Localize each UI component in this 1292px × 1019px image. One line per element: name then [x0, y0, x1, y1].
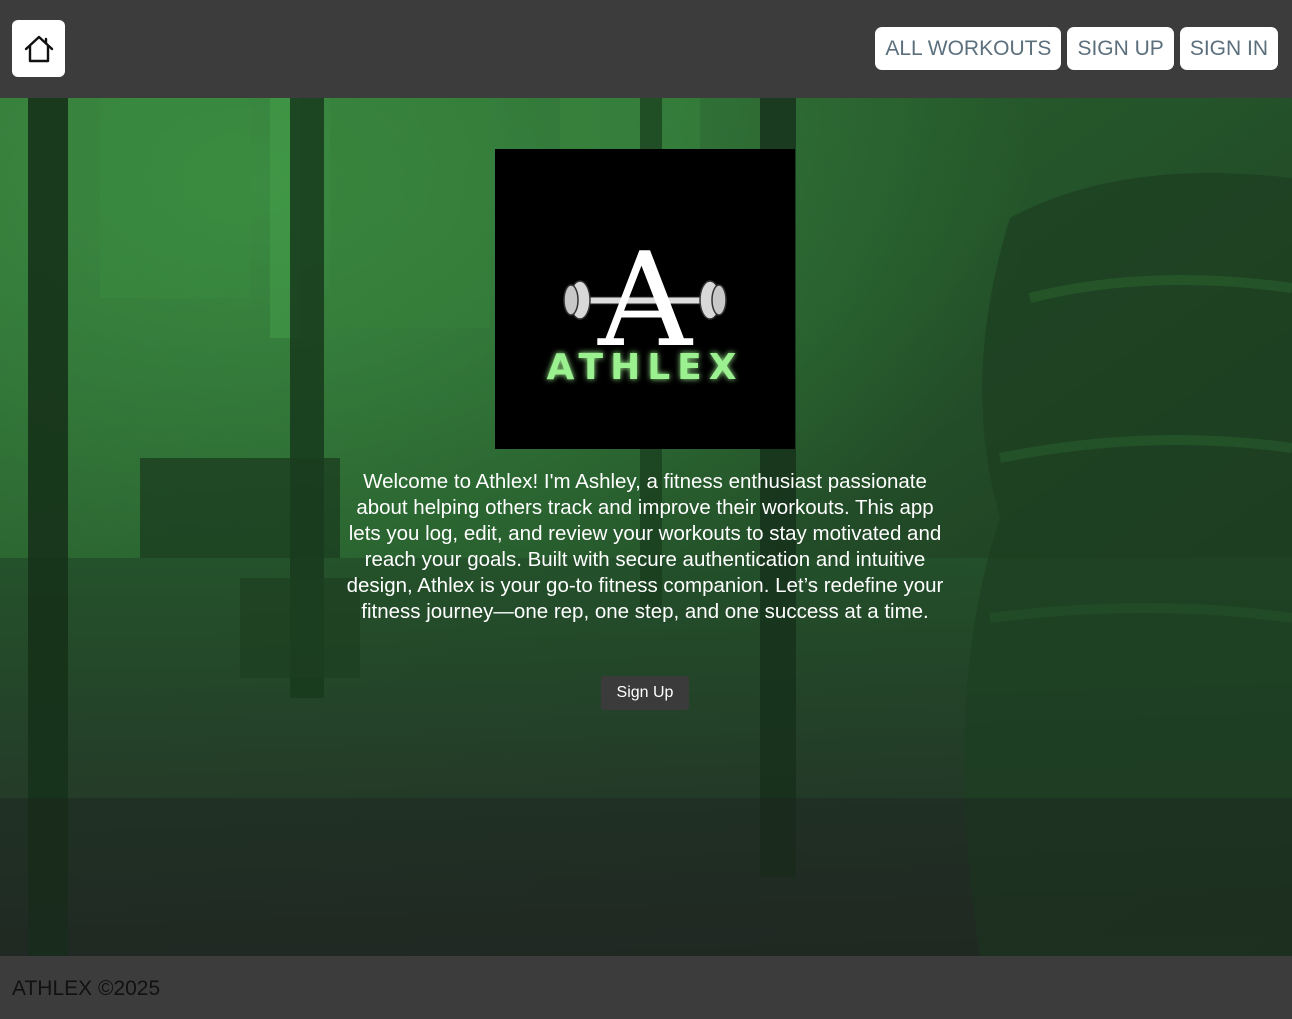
footer: ATHLEX ©2025 [0, 956, 1292, 1019]
page: ALL WORKOUTS SIGN UP SIGN IN A ATHLEX We… [0, 0, 1292, 1019]
logo-wordmark: ATHLEX [546, 347, 743, 388]
nav-sign-up-button[interactable]: SIGN UP [1067, 27, 1174, 70]
athlex-logo: A ATHLEX [495, 149, 795, 449]
home-icon [22, 32, 56, 66]
welcome-text: Welcome to Athlex! I'm Ashley, a fitness… [346, 470, 944, 623]
top-navbar: ALL WORKOUTS SIGN UP SIGN IN [0, 0, 1292, 98]
nav-all-workouts-button[interactable]: ALL WORKOUTS [875, 27, 1062, 70]
sign-up-button[interactable]: Sign Up [601, 676, 689, 710]
nav-links: ALL WORKOUTS SIGN UP SIGN IN [875, 27, 1278, 70]
nav-sign-in-button[interactable]: SIGN IN [1179, 27, 1278, 70]
hero-section: A ATHLEX Welcome to Athlex! I'm Ashley, … [0, 98, 1292, 956]
home-button[interactable] [12, 20, 65, 77]
footer-copyright: ATHLEX ©2025 [12, 977, 161, 1000]
